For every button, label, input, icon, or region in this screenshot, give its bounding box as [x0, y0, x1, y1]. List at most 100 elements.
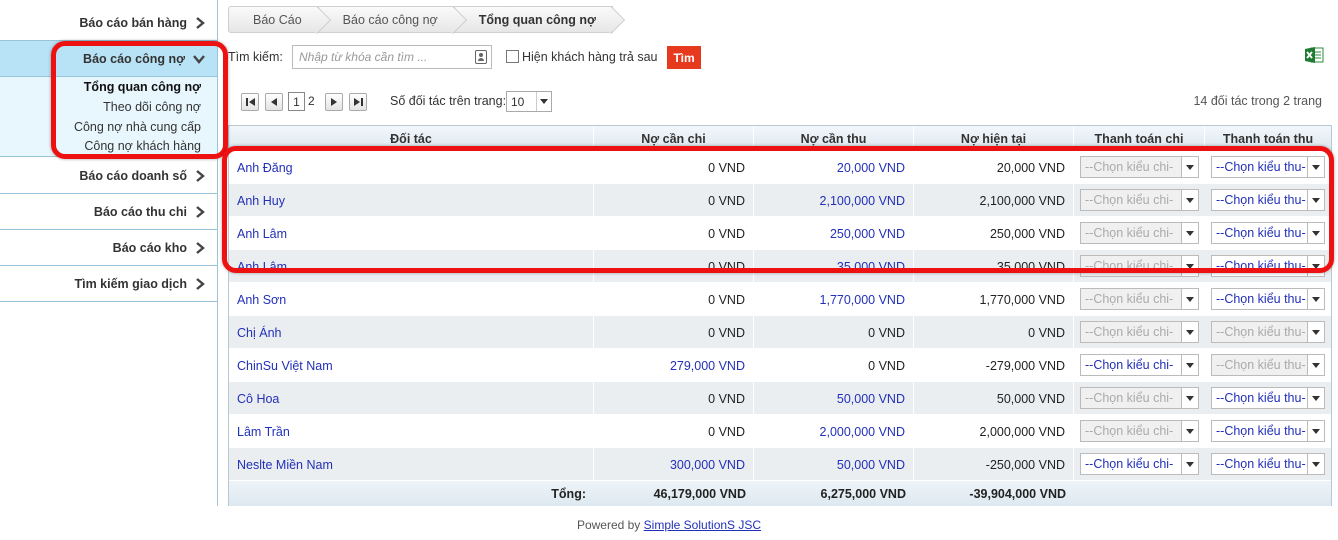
sidebar-item-sales-report[interactable]: Báo cáo bán hàng	[0, 5, 217, 41]
partner-name-link[interactable]: Neslte Miền Nam	[229, 448, 594, 481]
submenu-item-supplier-debt[interactable]: Công nợ nhà cung cấp	[74, 120, 201, 134]
dropdown-arrow-icon	[1307, 289, 1324, 309]
dropdown-arrow-icon	[1307, 421, 1324, 441]
partner-name-link[interactable]: Lâm Trần	[229, 415, 594, 448]
submenu-item-customer-debt[interactable]: Công nợ khách hàng	[84, 139, 201, 153]
sidebar-item-warehouse-report[interactable]: Báo cáo kho	[0, 230, 217, 266]
total-row: Tổng: 46,179,000 VND 6,275,000 VND -39,9…	[229, 481, 1331, 506]
pay-in-type-select[interactable]: --Chọn kiểu thu-	[1211, 387, 1325, 409]
chevron-right-icon	[196, 205, 205, 218]
pay-in-type-select[interactable]: --Chọn kiểu thu-	[1211, 288, 1325, 310]
pay-out-type-select[interactable]: --Chọn kiểu chi-	[1080, 453, 1199, 475]
receivable-amount[interactable]: 2,000,000 VND	[754, 415, 914, 448]
pay-in-type-select[interactable]: --Chọn kiểu thu-	[1211, 189, 1325, 211]
partner-name-link[interactable]: Anh Lâm	[229, 250, 594, 283]
receivable-amount[interactable]: 50,000 VND	[754, 382, 914, 415]
sidebar-item-revenue-report[interactable]: Báo cáo doanh số	[0, 158, 217, 194]
pay-in-type-select[interactable]: --Chọn kiểu thu-	[1211, 255, 1325, 277]
page-1-button[interactable]: 1	[288, 92, 305, 111]
pay-in-type-select[interactable]: --Chọn kiểu thu-	[1211, 453, 1325, 475]
dropdown-arrow-icon	[1181, 289, 1198, 309]
partner-name-link[interactable]: ChinSu Việt Nam	[229, 349, 594, 382]
col-header-current-debt[interactable]: Nợ hiện tại	[914, 126, 1074, 151]
pay-out-type-select[interactable]: --Chọn kiểu chi-	[1080, 354, 1199, 376]
col-header-receivable[interactable]: Nợ cần thu	[754, 126, 914, 151]
excel-export-icon[interactable]	[1304, 45, 1324, 65]
col-header-partner[interactable]: Đối tác	[229, 126, 594, 151]
first-page-button[interactable]	[241, 93, 259, 111]
partner-name-link[interactable]: Cô Hoa	[229, 382, 594, 415]
page-2-link[interactable]: 2	[308, 94, 315, 108]
breadcrumb: Báo Cáo Báo cáo công nợ Tổng quan công n…	[228, 6, 613, 33]
chevron-down-icon	[193, 54, 205, 64]
per-page-select[interactable]: 10	[506, 91, 552, 112]
payable-amount[interactable]: 300,000 VND	[594, 448, 754, 481]
dropdown-arrow-icon	[536, 92, 551, 111]
pay-in-type-select[interactable]: --Chọn kiểu thu-	[1211, 156, 1325, 178]
contact-book-icon[interactable]	[475, 50, 487, 64]
last-page-button[interactable]	[349, 93, 367, 111]
partner-name-link[interactable]: Anh Huy	[229, 184, 594, 217]
pay-out-type-select: --Chọn kiểu chi-	[1080, 189, 1199, 211]
receivable-amount[interactable]: 50,000 VND	[754, 448, 914, 481]
select-value: --Chọn kiểu thu-	[1216, 160, 1306, 174]
breadcrumb-debt-overview: Tổng quan công nợ	[453, 6, 613, 33]
sidebar-item-label: Báo cáo kho	[112, 240, 187, 255]
receivable-amount[interactable]: 20,000 VND	[754, 151, 914, 184]
payable-amount: 0 VND	[594, 382, 754, 415]
current-debt-amount: 50,000 VND	[914, 382, 1074, 415]
select-value: --Chọn kiểu thu-	[1216, 325, 1306, 339]
payable-amount: 0 VND	[594, 316, 754, 349]
partner-name-link[interactable]: Chị Ánh	[229, 316, 594, 349]
submenu-item-debt-overview[interactable]: Tổng quan công nợ	[84, 80, 201, 94]
table-row: Anh Lâm 0 VND 250,000 VND 250,000 VND --Chọn…	[229, 217, 1331, 250]
breadcrumb-label: Tổng quan công nợ	[478, 12, 596, 27]
select-value: --Chọn kiểu chi-	[1085, 259, 1174, 273]
next-page-button[interactable]	[325, 93, 343, 111]
first-page-icon	[245, 98, 255, 106]
breadcrumb-debt-report[interactable]: Báo cáo công nợ	[317, 6, 455, 33]
dropdown-arrow-icon	[1307, 190, 1324, 210]
prev-page-icon	[271, 98, 277, 106]
pay-in-type-select[interactable]: --Chọn kiểu thu-	[1211, 222, 1325, 244]
per-page-value: 10	[511, 94, 525, 109]
chevron-right-icon	[196, 277, 205, 290]
prev-page-button[interactable]	[265, 93, 283, 111]
col-header-pay-in[interactable]: Thanh toán thu	[1205, 126, 1331, 151]
dropdown-arrow-icon	[1307, 223, 1324, 243]
select-value: --Chọn kiểu thu-	[1216, 226, 1306, 240]
receivable-amount[interactable]: 2,100,000 VND	[754, 184, 914, 217]
select-value: --Chọn kiểu chi-	[1085, 193, 1174, 207]
select-value: --Chọn kiểu chi-	[1085, 358, 1174, 372]
current-debt-amount: 20,000 VND	[914, 151, 1074, 184]
footer: Powered by Simple SolutionS JSC	[0, 518, 1338, 532]
partner-name-link[interactable]: Anh Lâm	[229, 217, 594, 250]
sidebar-item-transaction-search[interactable]: Tìm kiếm giao dịch	[0, 266, 217, 302]
select-value: --Chọn kiểu chi-	[1085, 160, 1174, 174]
search-input[interactable]	[293, 46, 463, 68]
sidebar-item-income-expense-report[interactable]: Báo cáo thu chi	[0, 194, 217, 230]
partner-name-link[interactable]: Anh Đăng	[229, 151, 594, 184]
footer-company-link[interactable]: Simple SolutionS JSC	[644, 518, 761, 532]
breadcrumb-reports[interactable]: Báo Cáo	[228, 6, 319, 33]
receivable-amount[interactable]: 35,000 VND	[754, 250, 914, 283]
search-button[interactable]: Tìm	[667, 46, 701, 69]
payable-amount[interactable]: 279,000 VND	[594, 349, 754, 382]
postpay-checkbox[interactable]	[506, 50, 519, 63]
payable-amount: 0 VND	[594, 217, 754, 250]
pay-in-type-select[interactable]: --Chọn kiểu thu-	[1211, 420, 1325, 442]
current-debt-amount: -250,000 VND	[914, 448, 1074, 481]
chevron-right-icon	[196, 169, 205, 182]
search-box	[292, 45, 492, 69]
receivable-amount[interactable]: 250,000 VND	[754, 217, 914, 250]
sidebar-item-label: Báo cáo công nợ	[83, 51, 185, 66]
sidebar-item-label: Báo cáo doanh số	[79, 168, 187, 183]
receivable-amount[interactable]: 1,770,000 VND	[754, 283, 914, 316]
col-header-pay-out[interactable]: Thanh toán chi	[1074, 126, 1205, 151]
footer-powered-by: Powered by	[576, 518, 641, 532]
submenu-item-debt-tracking[interactable]: Theo dõi công nợ	[103, 100, 201, 114]
select-value: --Chọn kiểu thu-	[1216, 292, 1306, 306]
partner-name-link[interactable]: Anh Sơn	[229, 283, 594, 316]
sidebar-item-debt-report[interactable]: Báo cáo công nợ	[0, 41, 217, 77]
col-header-payable[interactable]: Nợ cần chi	[594, 126, 754, 151]
